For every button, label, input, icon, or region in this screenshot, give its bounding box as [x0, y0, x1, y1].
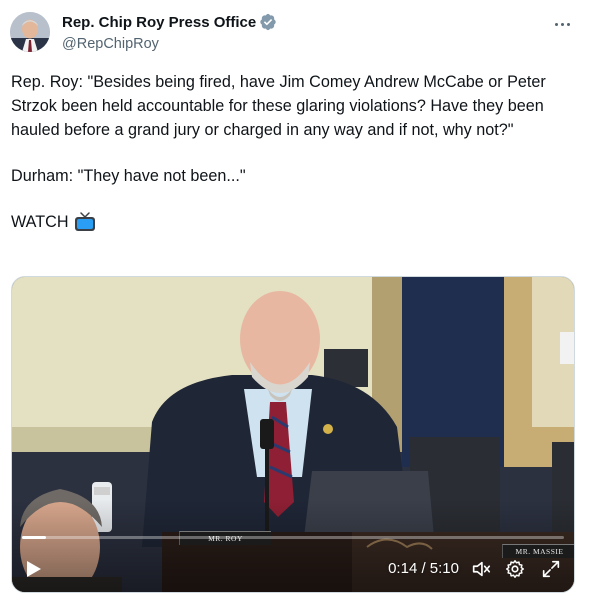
- tweet-header: Rep. Chip Roy Press Office @RepChipRoy: [62, 12, 552, 54]
- avatar-image: [10, 12, 50, 52]
- tweet-paragraph-watch: WATCH: [11, 210, 577, 234]
- watch-label: WATCH: [11, 213, 69, 231]
- settings-icon[interactable]: [504, 558, 526, 580]
- author-avatar[interactable]: [10, 12, 50, 52]
- video-frame: [12, 277, 574, 592]
- nameplate-massie: MR. MASSIE: [502, 544, 574, 558]
- video-time: 0:14 / 5:10: [388, 560, 459, 577]
- tweet-card[interactable]: Rep. Chip Roy Press Office @RepChipRoy R…: [0, 0, 592, 603]
- video-progress-fill: [22, 536, 47, 539]
- more-options-icon[interactable]: [550, 14, 574, 34]
- tweet-text: Rep. Roy: "Besides being fired, have Jim…: [11, 70, 577, 234]
- video-player[interactable]: MR. ROY MR. MASSIE 0:14 / 5:10: [11, 276, 575, 593]
- video-progress-bar[interactable]: [22, 536, 564, 539]
- television-icon: [74, 212, 95, 231]
- tweet-paragraph: Durham: "They have not been...": [11, 167, 246, 185]
- author-name[interactable]: Rep. Chip Roy Press Office: [62, 14, 256, 31]
- tweet-paragraph: Rep. Roy: "Besides being fired, have Jim…: [11, 73, 546, 139]
- play-icon[interactable]: [26, 560, 42, 578]
- mute-icon[interactable]: [470, 558, 492, 580]
- verified-badge-icon: [260, 13, 276, 31]
- fullscreen-icon[interactable]: [540, 558, 562, 580]
- author-handle[interactable]: @RepChipRoy: [62, 34, 552, 54]
